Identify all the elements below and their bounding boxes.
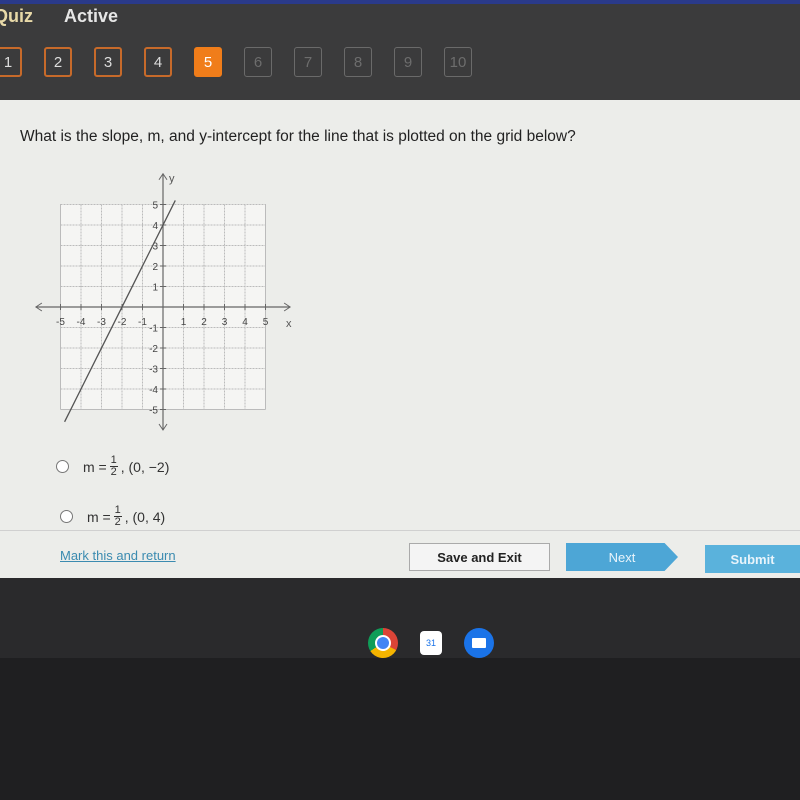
- question-7-button: 7: [294, 47, 322, 77]
- question-navigator: 1 2 3 4 5 6 7 8 9 10: [0, 47, 472, 77]
- question-9-button: 9: [394, 47, 422, 77]
- x-tick-label: 3: [222, 317, 228, 328]
- window-strip: [0, 0, 800, 4]
- quiz-footer: Mark this and return Save and Exit Next …: [0, 530, 800, 579]
- option-prefix: m =: [83, 458, 107, 475]
- y-tick-label: 1: [152, 283, 158, 294]
- question-10-button: 10: [444, 47, 472, 77]
- submit-button[interactable]: Submit: [705, 545, 800, 573]
- denominator: 2: [110, 466, 117, 478]
- calendar-day: 31: [425, 638, 436, 648]
- next-button[interactable]: Next: [566, 543, 678, 571]
- calendar-icon[interactable]: 31: [420, 631, 442, 655]
- files-icon[interactable]: [464, 628, 494, 658]
- option-intercept: , (0, −2): [120, 458, 170, 475]
- question-2-button[interactable]: 2: [44, 47, 72, 77]
- question-6-button: 6: [244, 47, 272, 77]
- answer-option-2[interactable]: m = 12 , (0, 4): [60, 505, 165, 528]
- x-tick-label: 4: [242, 317, 248, 328]
- y-axis-label: y: [169, 173, 175, 185]
- quiz-status: Active: [64, 6, 119, 26]
- answer-option-1[interactable]: m = 12 , (0, −2): [56, 455, 169, 478]
- y-tick-label: -3: [149, 365, 158, 376]
- x-tick-label: -5: [56, 317, 65, 328]
- y-tick-label: 4: [152, 221, 158, 232]
- taskbar-icons: 31: [368, 628, 494, 658]
- y-tick-label: -4: [149, 385, 158, 396]
- coordinate-graph: -5 -4 -3 -2 -1 1 2 3 4 554321-1-2-3-4-5xy: [34, 172, 292, 431]
- y-tick-label: -2: [149, 344, 158, 355]
- numerator: 1: [110, 454, 117, 466]
- save-and-exit-button[interactable]: Save and Exit: [409, 543, 550, 571]
- question-panel: What is the slope, m, and y-intercept fo…: [0, 100, 800, 578]
- x-tick-label: -3: [97, 317, 106, 328]
- denominator: 2: [114, 516, 121, 528]
- y-tick-label: -5: [149, 406, 158, 417]
- question-8-button: 8: [344, 47, 372, 77]
- x-tick-label: 2: [201, 317, 207, 328]
- question-text: What is the slope, m, and y-intercept fo…: [20, 128, 576, 145]
- chrome-icon[interactable]: [368, 628, 398, 658]
- question-3-button[interactable]: 3: [94, 47, 122, 77]
- x-axis-label: x: [286, 318, 292, 330]
- radio-button[interactable]: [60, 510, 73, 523]
- x-tick-label: -4: [77, 317, 86, 328]
- x-tick-label: -1: [138, 317, 147, 328]
- x-tick-label: 1: [181, 317, 187, 328]
- x-tick-label: -2: [118, 317, 127, 328]
- question-1-button[interactable]: 1: [0, 47, 22, 77]
- fraction: 12: [109, 454, 118, 478]
- question-4-button[interactable]: 4: [144, 47, 172, 77]
- quiz-title: Quiz: [0, 6, 33, 26]
- y-tick-label: 5: [152, 201, 158, 212]
- x-tick-label: 5: [263, 317, 269, 328]
- option-prefix: m =: [87, 508, 111, 525]
- y-tick-label: -1: [149, 324, 158, 335]
- question-5-button[interactable]: 5: [194, 47, 222, 77]
- mark-and-return-link[interactable]: Mark this and return: [60, 548, 176, 563]
- numerator: 1: [114, 504, 121, 516]
- y-tick-label: 2: [152, 262, 158, 273]
- fraction: 12: [113, 504, 122, 528]
- quiz-header: Quiz Active 1 2 3 4 5 6 7 8 9 10: [0, 0, 800, 100]
- radio-button[interactable]: [56, 460, 69, 473]
- option-intercept: , (0, 4): [124, 508, 166, 525]
